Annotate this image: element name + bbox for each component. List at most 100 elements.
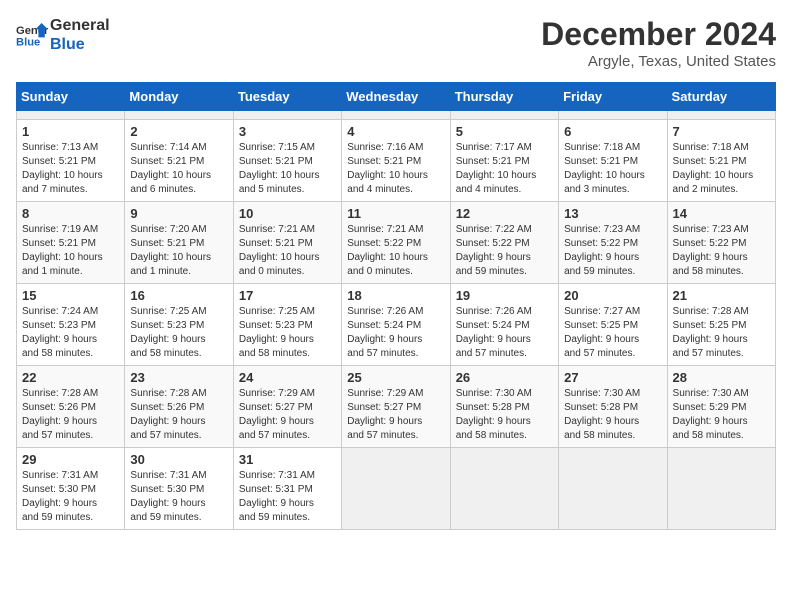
calendar-week-row: 29Sunrise: 7:31 AM Sunset: 5:30 PM Dayli…: [17, 448, 776, 530]
day-number: 5: [456, 124, 553, 139]
day-number: 8: [22, 206, 119, 221]
logo: General Blue General Blue: [16, 16, 110, 54]
day-info: Sunrise: 7:30 AM Sunset: 5:28 PM Dayligh…: [456, 387, 553, 443]
day-number: 23: [130, 370, 227, 385]
calendar-cell: 8 Sunrise: 7:19 AM Sunset: 5:21 PM Daylig…: [17, 202, 125, 284]
day-info: Sunrise: 7:28 AM Sunset: 5:25 PM Dayligh…: [673, 305, 770, 361]
day-number: 17: [239, 288, 336, 303]
calendar-cell: [450, 448, 558, 530]
calendar-cell: [667, 448, 775, 530]
day-number: 26: [456, 370, 553, 385]
day-info: Sunrise: 7:31 AM Sunset: 5:30 PM Dayligh…: [22, 469, 119, 525]
calendar-cell: 23 Sunrise: 7:28 AM Sunset: 5:26 PM Dayli…: [125, 366, 233, 448]
day-info: Sunrise: 7:24 AM Sunset: 5:23 PM Dayligh…: [22, 305, 119, 361]
day-number: 20: [564, 288, 661, 303]
calendar-cell: [17, 111, 125, 120]
day-info: Sunrise: 7:18 AM Sunset: 5:21 PM Dayligh…: [673, 141, 770, 197]
day-info: Sunrise: 7:17 AM Sunset: 5:21 PM Dayligh…: [456, 141, 553, 197]
day-number: 9: [130, 206, 227, 221]
day-info: Sunrise: 7:16 AM Sunset: 5:21 PM Dayligh…: [347, 141, 444, 197]
day-info: Sunrise: 7:28 AM Sunset: 5:26 PM Dayligh…: [22, 387, 119, 443]
day-number: 7: [673, 124, 770, 139]
calendar-cell: 26 Sunrise: 7:30 AM Sunset: 5:28 PM Dayli…: [450, 366, 558, 448]
calendar-cell: 15Sunrise: 7:24 AM Sunset: 5:23 PM Dayli…: [17, 284, 125, 366]
calendar-cell: 20 Sunrise: 7:27 AM Sunset: 5:25 PM Dayli…: [559, 284, 667, 366]
day-info: Sunrise: 7:31 AM Sunset: 5:30 PM Dayligh…: [130, 469, 227, 525]
day-number: 24: [239, 370, 336, 385]
day-info: Sunrise: 7:26 AM Sunset: 5:24 PM Dayligh…: [456, 305, 553, 361]
header: General Blue General Blue December 2024 …: [16, 16, 776, 70]
calendar-week-row: 22 Sunrise: 7:28 AM Sunset: 5:26 PM Dayli…: [17, 366, 776, 448]
calendar-day-header: Friday: [559, 83, 667, 111]
day-number: 22: [22, 370, 119, 385]
day-info: Sunrise: 7:29 AM Sunset: 5:27 PM Dayligh…: [347, 387, 444, 443]
day-number: 16: [130, 288, 227, 303]
calendar-day-header: Wednesday: [342, 83, 450, 111]
day-info: Sunrise: 7:19 AM Sunset: 5:21 PM Dayligh…: [22, 223, 119, 279]
day-info: Sunrise: 7:30 AM Sunset: 5:29 PM Dayligh…: [673, 387, 770, 443]
day-info: Sunrise: 7:25 AM Sunset: 5:23 PM Dayligh…: [130, 305, 227, 361]
day-info: Sunrise: 7:28 AM Sunset: 5:26 PM Dayligh…: [130, 387, 227, 443]
day-info: Sunrise: 7:22 AM Sunset: 5:22 PM Dayligh…: [456, 223, 553, 279]
month-title: December 2024: [541, 16, 776, 53]
day-number: 21: [673, 288, 770, 303]
calendar-cell: 24 Sunrise: 7:29 AM Sunset: 5:27 PM Dayli…: [233, 366, 341, 448]
day-number: 30: [130, 452, 227, 467]
calendar-week-row: 15Sunrise: 7:24 AM Sunset: 5:23 PM Dayli…: [17, 284, 776, 366]
calendar-cell: [342, 111, 450, 120]
calendar-week-row: 1 Sunrise: 7:13 AM Sunset: 5:21 PM Daylig…: [17, 120, 776, 202]
day-number: 1: [22, 124, 119, 139]
calendar-cell: 22 Sunrise: 7:28 AM Sunset: 5:26 PM Dayli…: [17, 366, 125, 448]
calendar-cell: 7 Sunrise: 7:18 AM Sunset: 5:21 PM Daylig…: [667, 120, 775, 202]
day-number: 3: [239, 124, 336, 139]
logo-blue: Blue: [50, 35, 110, 54]
calendar-cell: 2Sunrise: 7:14 AM Sunset: 5:21 PM Daylig…: [125, 120, 233, 202]
day-info: Sunrise: 7:15 AM Sunset: 5:21 PM Dayligh…: [239, 141, 336, 197]
day-info: Sunrise: 7:26 AM Sunset: 5:24 PM Dayligh…: [347, 305, 444, 361]
calendar-cell: 10 Sunrise: 7:21 AM Sunset: 5:21 PM Dayli…: [233, 202, 341, 284]
day-number: 25: [347, 370, 444, 385]
calendar-day-header: Saturday: [667, 83, 775, 111]
day-info: Sunrise: 7:18 AM Sunset: 5:21 PM Dayligh…: [564, 141, 661, 197]
calendar-cell: [233, 111, 341, 120]
calendar-table: SundayMondayTuesdayWednesdayThursdayFrid…: [16, 82, 776, 530]
day-number: 28: [673, 370, 770, 385]
title-section: December 2024 Argyle, Texas, United Stat…: [541, 16, 776, 70]
day-info: Sunrise: 7:21 AM Sunset: 5:21 PM Dayligh…: [239, 223, 336, 279]
calendar-cell: 5 Sunrise: 7:17 AM Sunset: 5:21 PM Daylig…: [450, 120, 558, 202]
calendar-day-header: Tuesday: [233, 83, 341, 111]
calendar-cell: 4Sunrise: 7:16 AM Sunset: 5:21 PM Daylig…: [342, 120, 450, 202]
day-number: 2: [130, 124, 227, 139]
day-info: Sunrise: 7:13 AM Sunset: 5:21 PM Dayligh…: [22, 141, 119, 197]
day-info: Sunrise: 7:29 AM Sunset: 5:27 PM Dayligh…: [239, 387, 336, 443]
page-container: General Blue General Blue December 2024 …: [16, 16, 776, 530]
calendar-cell: [559, 111, 667, 120]
day-info: Sunrise: 7:25 AM Sunset: 5:23 PM Dayligh…: [239, 305, 336, 361]
calendar-cell: 18 Sunrise: 7:26 AM Sunset: 5:24 PM Dayli…: [342, 284, 450, 366]
calendar-week-row: [17, 111, 776, 120]
calendar-cell: 29Sunrise: 7:31 AM Sunset: 5:30 PM Dayli…: [17, 448, 125, 530]
calendar-cell: 16 Sunrise: 7:25 AM Sunset: 5:23 PM Dayli…: [125, 284, 233, 366]
day-number: 14: [673, 206, 770, 221]
day-info: Sunrise: 7:23 AM Sunset: 5:22 PM Dayligh…: [673, 223, 770, 279]
day-number: 31: [239, 452, 336, 467]
calendar-cell: 28 Sunrise: 7:30 AM Sunset: 5:29 PM Dayli…: [667, 366, 775, 448]
location-title: Argyle, Texas, United States: [541, 53, 776, 70]
calendar-cell: [342, 448, 450, 530]
day-number: 6: [564, 124, 661, 139]
logo-general: General: [50, 16, 110, 35]
calendar-cell: 21 Sunrise: 7:28 AM Sunset: 5:25 PM Dayli…: [667, 284, 775, 366]
day-info: Sunrise: 7:23 AM Sunset: 5:22 PM Dayligh…: [564, 223, 661, 279]
day-number: 10: [239, 206, 336, 221]
day-info: Sunrise: 7:20 AM Sunset: 5:21 PM Dayligh…: [130, 223, 227, 279]
day-info: Sunrise: 7:31 AM Sunset: 5:31 PM Dayligh…: [239, 469, 336, 525]
calendar-cell: [125, 111, 233, 120]
calendar-cell: 13Sunrise: 7:23 AM Sunset: 5:22 PM Dayli…: [559, 202, 667, 284]
day-info: Sunrise: 7:27 AM Sunset: 5:25 PM Dayligh…: [564, 305, 661, 361]
calendar-cell: 17 Sunrise: 7:25 AM Sunset: 5:23 PM Dayli…: [233, 284, 341, 366]
day-number: 18: [347, 288, 444, 303]
day-number: 27: [564, 370, 661, 385]
calendar-cell: 27Sunrise: 7:30 AM Sunset: 5:28 PM Dayli…: [559, 366, 667, 448]
calendar-cell: 31 Sunrise: 7:31 AM Sunset: 5:31 PM Dayli…: [233, 448, 341, 530]
calendar-cell: [667, 111, 775, 120]
